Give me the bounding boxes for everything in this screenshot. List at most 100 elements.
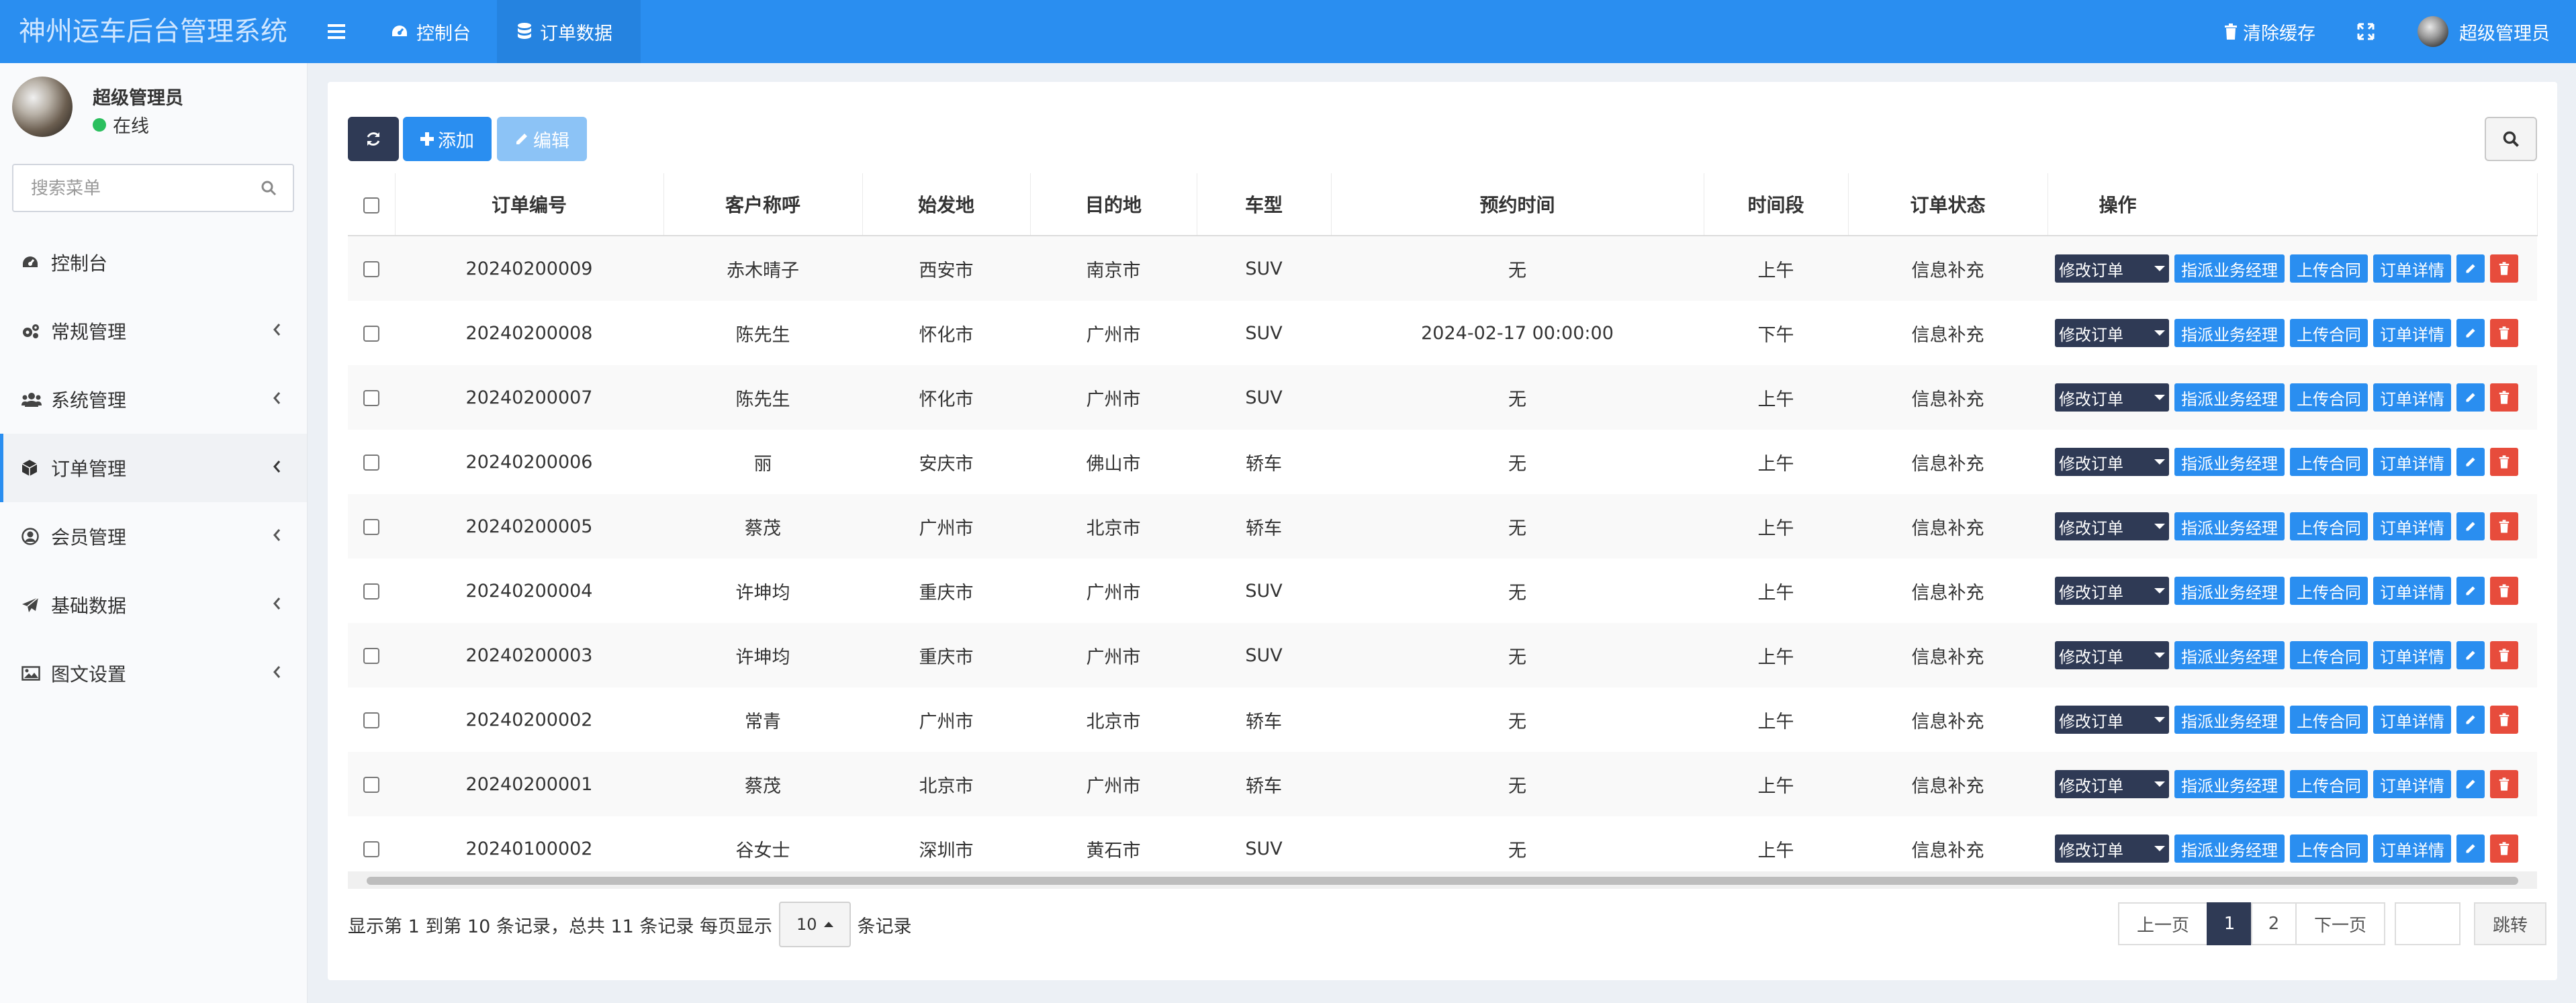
- column-header[interactable]: 时间段: [1704, 173, 1849, 236]
- table-row[interactable]: 20240200002 常青 广州市 北京市 轿车无上午 信息补充 修改订单 指派业务经理 上传…: [348, 687, 2537, 752]
- tab-order-data[interactable]: 订单数据: [497, 0, 641, 63]
- header-select-all[interactable]: [348, 173, 396, 236]
- horizontal-scrollbar[interactable]: [348, 871, 2537, 889]
- edit-row-button[interactable]: [2456, 383, 2485, 412]
- upload-contract-button[interactable]: 上传合同: [2290, 383, 2368, 412]
- jump-button[interactable]: 跳转: [2474, 902, 2546, 945]
- table-row[interactable]: 20240200003 许坤均 重庆市 广州市 SUV 无上午 信息补充 修改订单 指派业务经理…: [348, 623, 2537, 687]
- modify-order-dropdown[interactable]: 修改订单: [2055, 770, 2169, 798]
- table-row[interactable]: 20240200005 蔡茂 广州市 北京市 轿车无上午 信息补充 修改订单 指派业务经理 上传…: [348, 494, 2537, 559]
- assign-manager-button[interactable]: 指派业务经理: [2174, 254, 2285, 283]
- column-header[interactable]: 预约时间: [1331, 173, 1704, 236]
- assign-manager-button[interactable]: 指派业务经理: [2174, 319, 2285, 347]
- edit-row-button[interactable]: [2456, 834, 2485, 863]
- edit-row-button[interactable]: [2456, 706, 2485, 734]
- delete-row-button[interactable]: [2490, 383, 2518, 412]
- edit-row-button[interactable]: [2456, 319, 2485, 347]
- edit-row-button[interactable]: [2456, 577, 2485, 605]
- order-detail-button[interactable]: 订单详情: [2373, 577, 2451, 605]
- row-checkbox[interactable]: [363, 712, 379, 728]
- upload-contract-button[interactable]: 上传合同: [2290, 641, 2368, 669]
- modify-order-dropdown[interactable]: 修改订单: [2055, 577, 2169, 605]
- table-row[interactable]: 20240200008 陈先生 怀化市 广州市 SUV 2024-02-17 00:00:…: [348, 301, 2537, 365]
- column-header[interactable]: 目的地: [1030, 173, 1197, 236]
- search-input[interactable]: [13, 165, 261, 212]
- modify-order-dropdown[interactable]: 修改订单: [2055, 254, 2169, 283]
- edit-row-button[interactable]: [2456, 254, 2485, 283]
- order-detail-button[interactable]: 订单详情: [2373, 383, 2451, 412]
- delete-row-button[interactable]: [2490, 448, 2518, 476]
- sidebar-item-orders[interactable]: 订单管理: [0, 434, 307, 502]
- row-checkbox[interactable]: [363, 519, 379, 535]
- delete-row-button[interactable]: [2490, 254, 2518, 283]
- modify-order-dropdown[interactable]: 修改订单: [2055, 448, 2169, 476]
- page-size-dropdown[interactable]: 10: [778, 902, 851, 947]
- sidebar-item-basic-data[interactable]: 基础数据: [0, 571, 307, 639]
- order-detail-button[interactable]: 订单详情: [2373, 770, 2451, 798]
- assign-manager-button[interactable]: 指派业务经理: [2174, 577, 2285, 605]
- delete-row-button[interactable]: [2490, 512, 2518, 540]
- order-detail-button[interactable]: 订单详情: [2373, 448, 2451, 476]
- delete-row-button[interactable]: [2490, 770, 2518, 798]
- row-checkbox[interactable]: [363, 390, 379, 406]
- prev-page-button[interactable]: 上一页: [2118, 902, 2208, 945]
- select-all-checkbox[interactable]: [363, 197, 379, 213]
- modify-order-dropdown[interactable]: 修改订单: [2055, 383, 2169, 412]
- row-checkbox[interactable]: [363, 261, 379, 277]
- order-detail-button[interactable]: 订单详情: [2373, 319, 2451, 347]
- modify-order-dropdown[interactable]: 修改订单: [2055, 641, 2169, 669]
- sidebar-toggle-button[interactable]: [308, 0, 365, 63]
- row-checkbox[interactable]: [363, 777, 379, 793]
- delete-row-button[interactable]: [2490, 834, 2518, 863]
- edit-row-button[interactable]: [2456, 512, 2485, 540]
- table-search-button[interactable]: [2485, 117, 2537, 161]
- edit-row-button[interactable]: [2456, 641, 2485, 669]
- assign-manager-button[interactable]: 指派业务经理: [2174, 512, 2285, 540]
- modify-order-dropdown[interactable]: 修改订单: [2055, 834, 2169, 863]
- assign-manager-button[interactable]: 指派业务经理: [2174, 383, 2285, 412]
- assign-manager-button[interactable]: 指派业务经理: [2174, 770, 2285, 798]
- order-detail-button[interactable]: 订单详情: [2373, 641, 2451, 669]
- row-checkbox[interactable]: [363, 841, 379, 857]
- upload-contract-button[interactable]: 上传合同: [2290, 706, 2368, 734]
- refresh-button[interactable]: [348, 117, 399, 161]
- next-page-button[interactable]: 下一页: [2295, 902, 2385, 945]
- edit-row-button[interactable]: [2456, 448, 2485, 476]
- user-menu[interactable]: 超级管理员: [2418, 0, 2550, 63]
- scrollbar-thumb[interactable]: [367, 877, 2518, 885]
- upload-contract-button[interactable]: 上传合同: [2290, 254, 2368, 283]
- column-header[interactable]: 订单编号: [395, 173, 664, 236]
- clear-cache-button[interactable]: 清除缓存: [2224, 0, 2315, 63]
- table-row[interactable]: 20240200009 赤木晴子 西安市 南京市 SUV 无上午 信息补充 修改订单 指派业务经…: [348, 236, 2537, 301]
- sidebar-item-general[interactable]: 常规管理: [0, 297, 307, 365]
- column-header[interactable]: 订单状态: [1848, 173, 2048, 236]
- modify-order-dropdown[interactable]: 修改订单: [2055, 706, 2169, 734]
- column-header[interactable]: 车型: [1197, 173, 1332, 236]
- sidebar-item-dashboard[interactable]: 控制台: [0, 228, 307, 297]
- modify-order-dropdown[interactable]: 修改订单: [2055, 512, 2169, 540]
- upload-contract-button[interactable]: 上传合同: [2290, 448, 2368, 476]
- add-button[interactable]: 添加: [403, 117, 492, 161]
- table-row[interactable]: 20240200007 陈先生 怀化市 广州市 SUV 无上午 信息补充 修改订单 指派业务经理…: [348, 365, 2537, 430]
- delete-row-button[interactable]: [2490, 319, 2518, 347]
- assign-manager-button[interactable]: 指派业务经理: [2174, 641, 2285, 669]
- edit-button[interactable]: 编辑: [497, 117, 587, 161]
- order-detail-button[interactable]: 订单详情: [2373, 254, 2451, 283]
- page-button[interactable]: 2: [2251, 902, 2297, 945]
- row-checkbox[interactable]: [363, 648, 379, 664]
- sidebar-item-image-settings[interactable]: 图文设置: [0, 639, 307, 708]
- upload-contract-button[interactable]: 上传合同: [2290, 577, 2368, 605]
- fullscreen-button[interactable]: [2357, 0, 2375, 63]
- order-detail-button[interactable]: 订单详情: [2373, 512, 2451, 540]
- upload-contract-button[interactable]: 上传合同: [2290, 319, 2368, 347]
- sidebar-item-system[interactable]: 系统管理: [0, 365, 307, 434]
- assign-manager-button[interactable]: 指派业务经理: [2174, 448, 2285, 476]
- table-row[interactable]: 20240200001 蔡茂 北京市 广州市 轿车无上午 信息补充 修改订单 指派业务经理 上传…: [348, 752, 2537, 816]
- column-header[interactable]: 客户称呼: [663, 173, 863, 236]
- edit-row-button[interactable]: [2456, 770, 2485, 798]
- column-header[interactable]: 始发地: [862, 173, 1031, 236]
- delete-row-button[interactable]: [2490, 641, 2518, 669]
- upload-contract-button[interactable]: 上传合同: [2290, 770, 2368, 798]
- order-detail-button[interactable]: 订单详情: [2373, 706, 2451, 734]
- order-detail-button[interactable]: 订单详情: [2373, 834, 2451, 863]
